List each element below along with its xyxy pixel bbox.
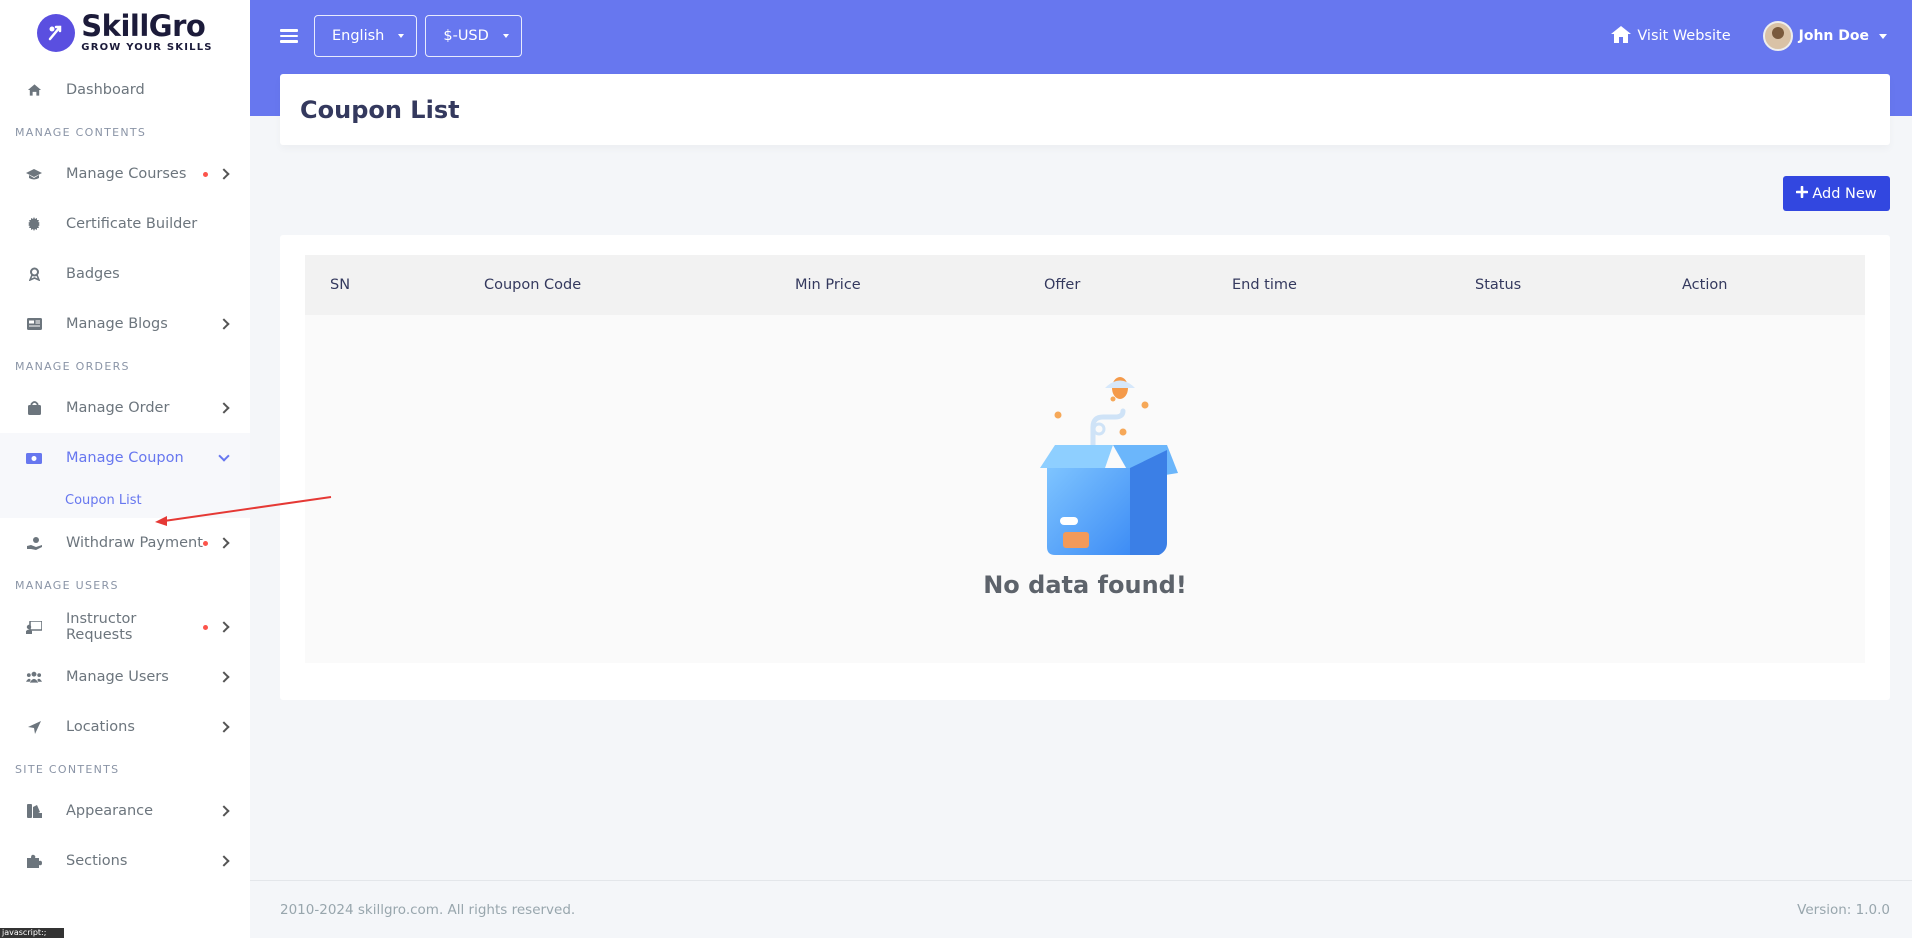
chevron-right-icon: [218, 621, 230, 633]
chevron-right-icon: [218, 402, 230, 414]
language-value: English: [332, 28, 385, 44]
swatchbook-icon: [26, 803, 42, 819]
sidebar-item-label: Certificate Builder: [66, 216, 198, 232]
home-icon: [26, 82, 42, 98]
currency-value: $-USD: [443, 28, 489, 44]
sidebar-item-sections[interactable]: Sections: [0, 836, 250, 886]
add-new-label: Add New: [1812, 185, 1877, 202]
sidebar-item-label: Sections: [66, 853, 128, 869]
sidebar-item-label: Badges: [66, 266, 120, 282]
avatar: [1762, 21, 1793, 51]
sidebar-item-dashboard[interactable]: Dashboard: [0, 65, 250, 115]
caret-down-icon: [1879, 33, 1887, 39]
table-header: SN Coupon Code Min Price Offer End time …: [305, 255, 1865, 315]
caret-down-icon: [398, 34, 405, 38]
sidebar-item-label: Manage Coupon: [66, 450, 184, 466]
chevron-right-icon: [218, 168, 230, 180]
brand-tagline: GROW YOUR SKILLS: [81, 42, 213, 53]
users-icon: [26, 669, 42, 685]
column-header-status: Status: [1475, 277, 1522, 293]
chevron-right-icon: [218, 537, 230, 549]
chevron-right-icon: [218, 721, 230, 733]
footer-version: Version: 1.0.0: [1797, 901, 1890, 918]
menu-header-contents: MANAGE CONTENTS: [15, 125, 147, 139]
sidebar-item-label: Locations: [66, 719, 135, 735]
sidebar-item-badges[interactable]: Badges: [0, 249, 250, 299]
menu-header-orders: MANAGE ORDERS: [15, 359, 130, 373]
sidebar-item-label: Withdraw Payment: [66, 535, 203, 551]
chevron-right-icon: [218, 805, 230, 817]
location-arrow-icon: [26, 719, 42, 735]
shopping-bag-icon: [26, 400, 42, 416]
chevron-right-icon: [218, 318, 230, 330]
status-bar-tooltip: javascript:;: [0, 928, 64, 938]
footer-copyright: 2010-2024 skillgro.com. All rights reser…: [280, 901, 576, 918]
currency-select[interactable]: $-USD: [425, 15, 522, 57]
sidebar-item-label: Instructor Requests: [66, 611, 137, 643]
home-icon: [1611, 25, 1632, 47]
certificate-icon: [26, 216, 42, 232]
page-header-card: Coupon List: [280, 74, 1890, 145]
newspaper-icon: [26, 316, 42, 332]
user-menu[interactable]: John Doe: [1762, 21, 1887, 51]
visit-website-label: Visit Website: [1637, 28, 1731, 44]
menu-header-users: MANAGE USERS: [15, 578, 119, 592]
plus-icon: [1796, 185, 1809, 202]
sidebar-item-instructor-requests[interactable]: Instructor Requests: [0, 602, 250, 652]
sidebar-item-label: Appearance: [66, 803, 154, 819]
coupon-table-card: SN Coupon Code Min Price Offer End time …: [280, 235, 1890, 700]
hand-holding-usd-icon: [26, 535, 42, 551]
empty-state-message: No data found!: [983, 571, 1187, 599]
sidebar-item-manage-order[interactable]: Manage Order: [0, 383, 250, 433]
brand-logo[interactable]: SkillGro GROW YOUR SKILLS: [0, 0, 250, 65]
notification-dot: [203, 171, 208, 177]
chevron-right-icon: [218, 855, 230, 867]
caret-down-icon: [502, 34, 509, 38]
column-header-end-time: End time: [1232, 277, 1297, 293]
column-header-coupon-code: Coupon Code: [484, 277, 582, 293]
sidebar-item-manage-users[interactable]: Manage Users: [0, 652, 250, 702]
sidebar-item-label: Manage Blogs: [66, 316, 168, 332]
sidebar-item-certificate-builder[interactable]: Certificate Builder: [0, 199, 250, 249]
graduation-cap-icon: [26, 166, 42, 182]
top-navbar: English $-USD Visit Website John Doe: [250, 0, 1912, 72]
skillgro-logo-icon: [37, 13, 76, 52]
sidebar-item-manage-coupon[interactable]: Manage Coupon: [0, 433, 250, 483]
puzzle-piece-icon: [26, 853, 42, 869]
column-header-min-price: Min Price: [795, 277, 861, 293]
table-body-empty: No data found!: [305, 315, 1865, 663]
sidebar-item-manage-courses[interactable]: Manage Courses: [0, 149, 250, 199]
column-header-sn: SN: [330, 277, 351, 293]
column-header-action: Action: [1682, 277, 1728, 293]
visit-website-link[interactable]: Visit Website: [1611, 25, 1731, 47]
annotation-arrow-icon: [155, 496, 332, 526]
sidebar: SkillGro GROW YOUR SKILLS Dashboard MANA…: [0, 0, 250, 938]
language-select[interactable]: English: [314, 15, 418, 57]
sidebar-item-appearance[interactable]: Appearance: [0, 786, 250, 836]
sidebar-item-label: Manage Users: [66, 669, 169, 685]
sidebar-item-label: Manage Order: [66, 400, 170, 416]
footer: 2010-2024 skillgro.com. All rights reser…: [250, 880, 1912, 938]
sidebar-subitem-label: Coupon List: [65, 493, 142, 508]
sidebar-item-locations[interactable]: Locations: [0, 702, 250, 752]
empty-box-illustration: [1040, 377, 1178, 555]
chalkboard-teacher-icon: [26, 619, 42, 635]
notification-dot: [203, 540, 208, 546]
sidebar-item-label: Manage Courses: [66, 166, 187, 182]
user-name: John Doe: [1798, 28, 1869, 44]
hamburger-menu-icon[interactable]: [280, 29, 298, 43]
sidebar-item-label: Dashboard: [66, 82, 145, 98]
money-bill-icon: [26, 450, 42, 466]
chevron-down-icon: [218, 449, 230, 462]
chevron-right-icon: [218, 671, 230, 683]
add-new-button[interactable]: Add New: [1783, 176, 1890, 211]
menu-header-site: SITE CONTENTS: [15, 762, 120, 776]
column-header-offer: Offer: [1044, 277, 1081, 293]
sidebar-item-manage-blogs[interactable]: Manage Blogs: [0, 299, 250, 349]
notification-dot: [203, 624, 208, 630]
page-title: Coupon List: [300, 95, 460, 124]
brand-name: SkillGro: [81, 9, 206, 43]
award-icon: [26, 266, 42, 282]
